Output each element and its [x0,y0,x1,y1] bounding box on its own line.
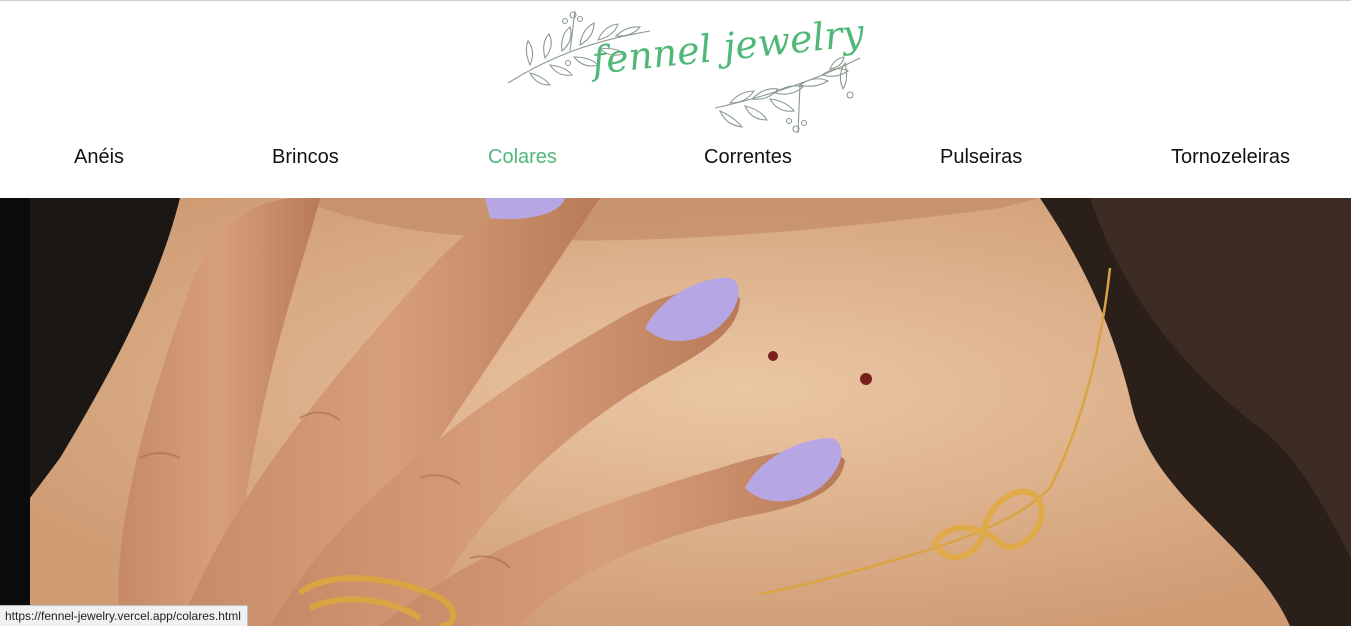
brand-logo[interactable]: fennel jewelry [500,3,866,138]
nav-item-brincos[interactable]: Brincos [272,143,339,171]
nav-item-pulseiras[interactable]: Pulseiras [940,143,1022,171]
main-nav: Anéis Brincos Colares Correntes Pulseira… [0,143,1351,173]
nav-item-correntes[interactable]: Correntes [704,143,792,171]
nav-item-tornozeleiras[interactable]: Tornozeleiras [1171,143,1290,171]
necklace-photo [0,198,1351,626]
nav-item-colares[interactable]: Colares [488,143,557,171]
status-bar-url: https://fennel-jewelry.vercel.app/colare… [0,605,248,626]
nav-item-aneis[interactable]: Anéis [74,143,124,171]
site-header: fennel jewelry Anéis Brincos Colares Cor… [0,1,1351,198]
page: fennel jewelry Anéis Brincos Colares Cor… [0,0,1351,626]
hero-image [0,198,1351,626]
